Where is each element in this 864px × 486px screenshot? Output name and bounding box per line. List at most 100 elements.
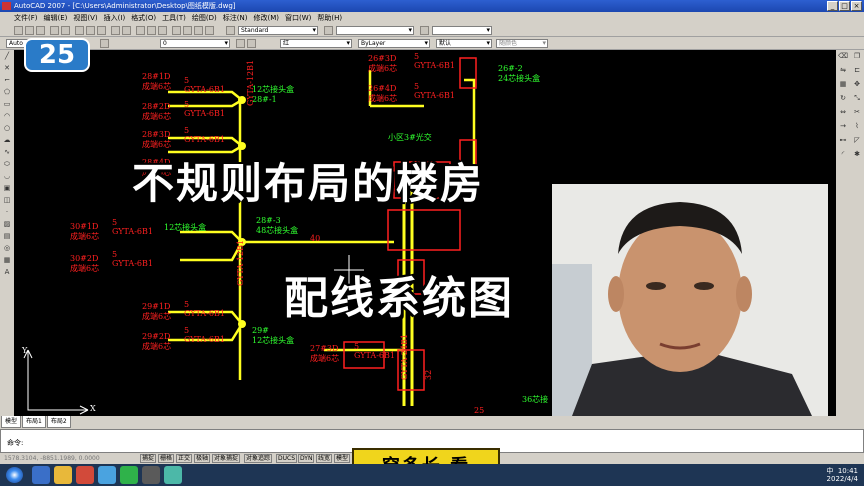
grid-toggle[interactable]: 栅格 bbox=[158, 454, 175, 463]
dyn-toggle[interactable]: DYN bbox=[298, 454, 315, 463]
dim-style-icon[interactable] bbox=[324, 26, 333, 35]
new-icon[interactable] bbox=[14, 26, 23, 35]
print-icon[interactable] bbox=[50, 26, 59, 35]
revcloud-icon[interactable]: ☁ bbox=[2, 135, 12, 145]
media-taskbar-icon[interactable] bbox=[76, 466, 94, 484]
ellipse-icon[interactable]: ⬭ bbox=[2, 159, 12, 169]
gradient-icon[interactable]: ▤ bbox=[2, 231, 12, 241]
menu-edit[interactable]: 编辑(E) bbox=[44, 12, 68, 24]
construction-line-icon[interactable]: ✕ bbox=[2, 63, 12, 73]
polygon-icon[interactable]: ⬠ bbox=[2, 87, 12, 97]
otrack-toggle[interactable]: 对象追踪 bbox=[244, 454, 273, 463]
spline-icon[interactable]: ∿ bbox=[2, 147, 12, 157]
make-block-icon[interactable]: ◫ bbox=[2, 195, 12, 205]
start-button[interactable] bbox=[6, 467, 23, 483]
osnap-toggle[interactable]: 对象捕捉 bbox=[212, 454, 241, 463]
color-select[interactable]: 红 bbox=[280, 39, 352, 48]
maximize-button[interactable]: □ bbox=[839, 1, 850, 11]
arc-icon[interactable]: ◠ bbox=[2, 111, 12, 121]
polar-toggle[interactable]: 极轴 bbox=[194, 454, 211, 463]
layer-manager-icon[interactable] bbox=[100, 39, 109, 48]
app-taskbar-icon[interactable] bbox=[98, 466, 116, 484]
menu-window[interactable]: 窗口(W) bbox=[285, 12, 311, 24]
copy-icon[interactable] bbox=[86, 26, 95, 35]
move-icon[interactable]: ✥ bbox=[852, 79, 862, 89]
circle-icon[interactable]: ○ bbox=[2, 123, 12, 133]
trim-icon[interactable]: ✂ bbox=[852, 107, 862, 117]
menu-dimension[interactable]: 标注(N) bbox=[223, 12, 248, 24]
window-taskbar-icon[interactable] bbox=[142, 466, 160, 484]
rotate-icon[interactable]: ↻ bbox=[838, 93, 848, 103]
close-button[interactable]: × bbox=[851, 1, 862, 11]
fillet-icon[interactable]: ◜ bbox=[838, 149, 848, 159]
insert-block-icon[interactable]: ▣ bbox=[2, 183, 12, 193]
menu-view[interactable]: 视图(V) bbox=[73, 12, 97, 24]
mirror-icon[interactable]: ⇋ bbox=[838, 65, 848, 75]
chamfer-icon[interactable]: ◸ bbox=[852, 135, 862, 145]
cut-icon[interactable] bbox=[75, 26, 84, 35]
hatch-icon[interactable]: ▨ bbox=[2, 219, 12, 229]
menu-draw[interactable]: 绘图(D) bbox=[192, 12, 217, 24]
minimize-button[interactable]: _ bbox=[827, 1, 838, 11]
erase-icon[interactable]: ⌫ bbox=[838, 51, 848, 61]
model-toggle[interactable]: 模型 bbox=[334, 454, 351, 463]
copy-object-icon[interactable]: ❐ bbox=[852, 51, 862, 61]
point-icon[interactable]: · bbox=[2, 207, 12, 217]
polyline-icon[interactable]: ⌐ bbox=[2, 75, 12, 85]
menu-tools[interactable]: 工具(T) bbox=[162, 12, 186, 24]
tab-model[interactable]: 模型 bbox=[1, 416, 22, 428]
calc-icon[interactable] bbox=[205, 26, 214, 35]
explorer-taskbar-icon[interactable] bbox=[54, 466, 72, 484]
menu-modify[interactable]: 修改(M) bbox=[253, 12, 279, 24]
tab-layout2[interactable]: 布局2 bbox=[46, 416, 71, 428]
redo-icon[interactable] bbox=[122, 26, 131, 35]
snap-toggle[interactable]: 捕捉 bbox=[140, 454, 157, 463]
ducs-toggle[interactable]: DUCS bbox=[276, 454, 298, 463]
design-center-icon[interactable] bbox=[183, 26, 192, 35]
tray-lang[interactable]: 中 bbox=[826, 467, 833, 475]
break-icon[interactable]: ⌇ bbox=[852, 121, 862, 131]
join-icon[interactable]: ⊷ bbox=[838, 135, 848, 145]
preview-icon[interactable] bbox=[61, 26, 70, 35]
zoom-window-icon[interactable] bbox=[158, 26, 167, 35]
zoom-icon[interactable] bbox=[147, 26, 156, 35]
layer-previous-icon[interactable] bbox=[247, 39, 256, 48]
extend-icon[interactable]: → bbox=[838, 121, 848, 131]
autocad-taskbar-icon[interactable] bbox=[164, 466, 182, 484]
stretch-icon[interactable]: ⇔ bbox=[838, 107, 848, 117]
menu-help[interactable]: 帮助(H) bbox=[317, 12, 342, 24]
text-style-icon[interactable] bbox=[226, 26, 235, 35]
table-style-icon[interactable] bbox=[420, 26, 429, 35]
menu-insert[interactable]: 插入(I) bbox=[104, 12, 126, 24]
make-current-icon[interactable] bbox=[236, 39, 245, 48]
properties-icon[interactable] bbox=[172, 26, 181, 35]
layer-select[interactable]: 0 bbox=[160, 39, 230, 48]
rectangle-icon[interactable]: ▭ bbox=[2, 99, 12, 109]
tool-palette-icon[interactable] bbox=[194, 26, 203, 35]
scale-icon[interactable]: ⤡ bbox=[852, 93, 862, 103]
open-icon[interactable] bbox=[25, 26, 34, 35]
offset-icon[interactable]: ⊏ bbox=[852, 65, 862, 75]
ortho-toggle[interactable]: 正交 bbox=[176, 454, 193, 463]
lineweight-toggle[interactable]: 线宽 bbox=[316, 454, 333, 463]
paste-icon[interactable] bbox=[97, 26, 106, 35]
dim-style-select[interactable] bbox=[336, 26, 414, 35]
ellipse-arc-icon[interactable]: ◡ bbox=[2, 171, 12, 181]
pan-icon[interactable] bbox=[136, 26, 145, 35]
save-icon[interactable] bbox=[36, 26, 45, 35]
lineweight-select[interactable]: 默认 bbox=[436, 39, 492, 48]
plotstyle-select[interactable]: 随颜色 bbox=[496, 39, 548, 48]
region-icon[interactable]: ◎ bbox=[2, 243, 12, 253]
text-style-select[interactable]: Standard bbox=[238, 26, 318, 35]
table-icon[interactable]: ▦ bbox=[2, 255, 12, 265]
mtext-icon[interactable]: A bbox=[2, 267, 12, 277]
wechat-taskbar-icon[interactable] bbox=[120, 466, 138, 484]
array-icon[interactable]: ▦ bbox=[838, 79, 848, 89]
linetype-select[interactable]: ByLayer bbox=[358, 39, 430, 48]
explode-icon[interactable]: ✱ bbox=[852, 149, 862, 159]
menu-format[interactable]: 格式(O) bbox=[131, 12, 156, 24]
ie-taskbar-icon[interactable] bbox=[32, 466, 50, 484]
line-icon[interactable]: ╱ bbox=[2, 51, 12, 61]
tab-layout1[interactable]: 布局1 bbox=[22, 416, 46, 428]
menu-file[interactable]: 文件(F) bbox=[14, 12, 38, 24]
